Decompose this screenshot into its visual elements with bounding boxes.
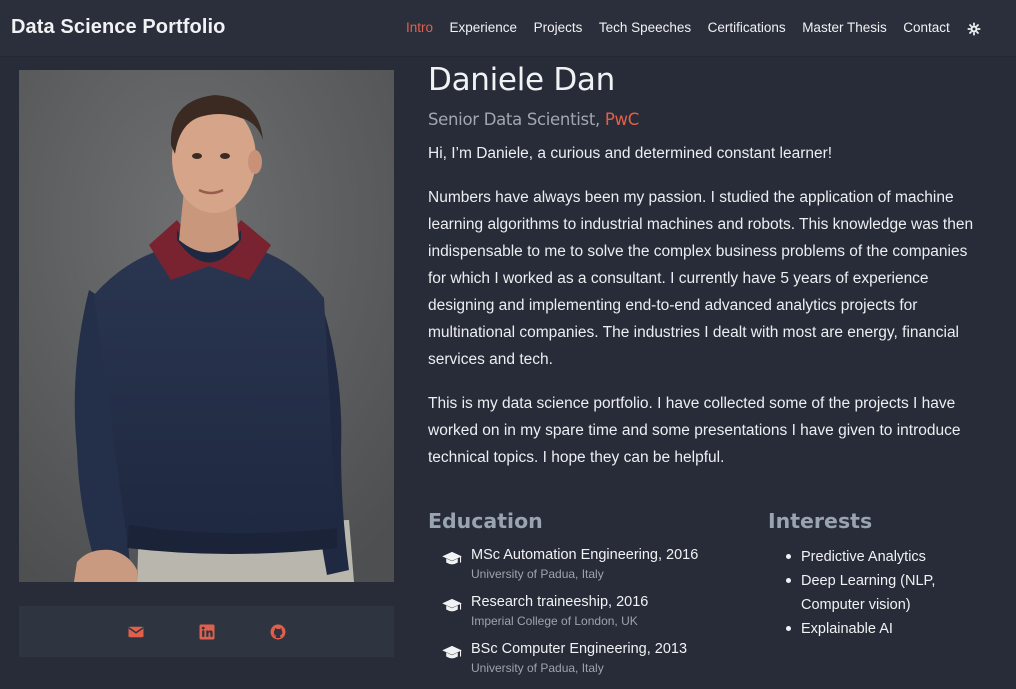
education-degree: Research traineeship, 2016 <box>471 594 649 610</box>
education-degree: MSc Automation Engineering, 2016 <box>471 547 699 563</box>
education-heading: Education <box>428 509 543 533</box>
nav-link-projects[interactable]: Projects <box>534 20 583 35</box>
company-link[interactable]: PwC <box>605 110 639 129</box>
nav-link-intro[interactable]: Intro <box>406 20 433 35</box>
education-school: University of Padua, Italy <box>471 567 604 581</box>
intro-greeting: Hi, I’m Daniele, a curious and determine… <box>428 145 833 162</box>
interests-list: Predictive Analytics Deep Learning (NLP,… <box>786 545 991 641</box>
nav-menu: Intro Experience Projects Tech Speeches … <box>406 20 1016 35</box>
nav-link-tech-speeches[interactable]: Tech Speeches <box>599 20 691 35</box>
nav-link-master-thesis[interactable]: Master Thesis <box>802 20 887 35</box>
education-item: BSc Computer Engineering, 2013 Universit… <box>441 639 741 686</box>
graduation-cap-icon <box>442 551 462 565</box>
education-item: MSc Automation Engineering, 2016 Univers… <box>441 545 741 592</box>
interests-heading: Interests <box>768 509 873 533</box>
intro-paragraph-1: Numbers have always been my passion. I s… <box>428 189 974 368</box>
graduation-cap-icon <box>442 645 462 659</box>
intro-paragraph-2: This is my data science portfolio. I hav… <box>428 395 961 466</box>
education-item: Research traineeship, 2016 Imperial Coll… <box>441 592 741 639</box>
nav-link-experience[interactable]: Experience <box>450 20 518 35</box>
education-list: MSc Automation Engineering, 2016 Univers… <box>441 545 741 686</box>
education-school: Imperial College of London, UK <box>471 614 638 628</box>
role-title: Senior Data Scientist, <box>428 110 600 129</box>
nav-link-certifications[interactable]: Certifications <box>708 20 786 35</box>
social-links <box>19 606 394 657</box>
interest-item: Deep Learning (NLP, Computer vision) <box>786 569 991 617</box>
linkedin-icon[interactable] <box>198 623 216 641</box>
education-degree: BSc Computer Engineering, 2013 <box>471 641 688 657</box>
graduation-cap-icon <box>442 598 462 612</box>
education-school: University of Padua, Italy <box>471 661 604 675</box>
profile-name: Daniele Dan <box>428 62 615 98</box>
profile-photo <box>19 70 394 582</box>
github-icon[interactable] <box>269 623 287 641</box>
nav-link-contact[interactable]: Contact <box>903 20 950 35</box>
interest-item: Predictive Analytics <box>786 545 991 569</box>
intro-section: Hi, I’m Daniele, a curious and determine… <box>428 140 988 488</box>
email-icon[interactable] <box>127 623 145 641</box>
interest-item: Explainable AI <box>786 617 991 641</box>
navbar: Data Science Portfolio Intro Experience … <box>0 0 1016 57</box>
brand-title[interactable]: Data Science Portfolio <box>11 16 225 39</box>
profile-role: Senior Data Scientist, PwC <box>428 110 639 129</box>
gear-icon[interactable] <box>967 22 981 36</box>
